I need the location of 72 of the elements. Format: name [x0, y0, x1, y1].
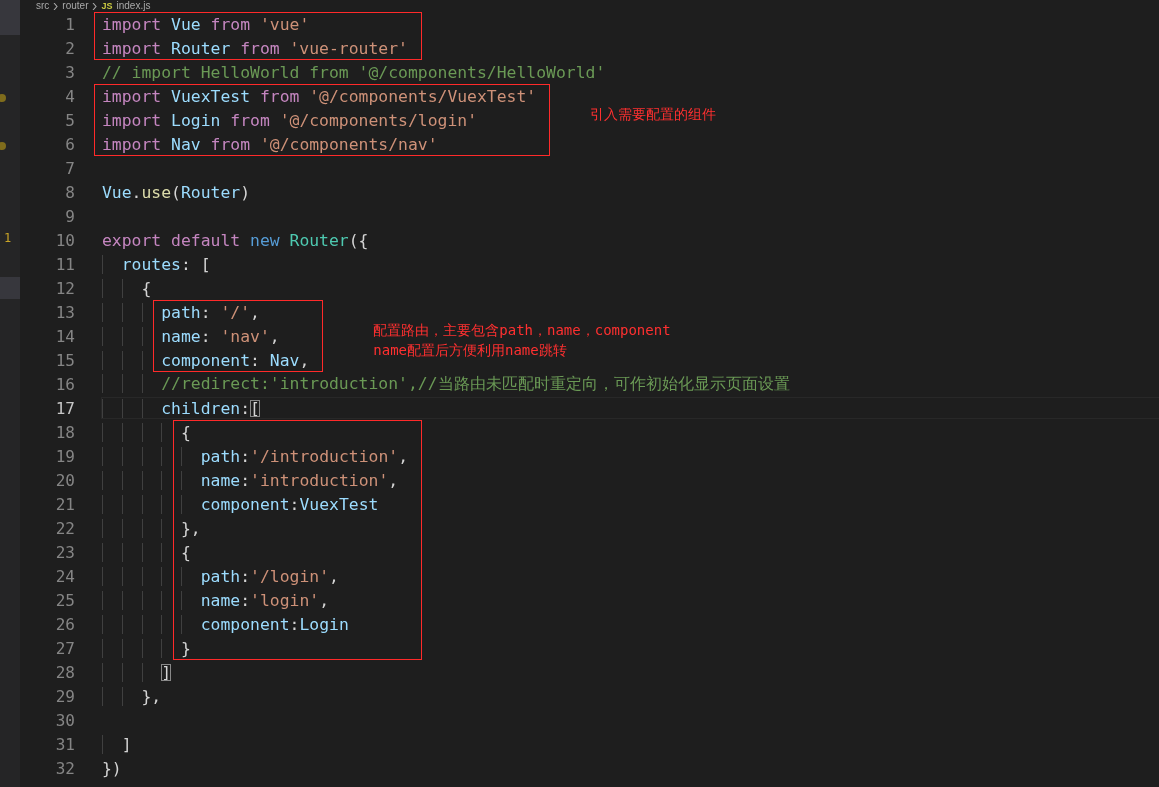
code-line: //redirect:'introduction',//当路由未匹配时重定向，可作初始化显示页面设置 [102, 373, 790, 395]
line-number: 13 [54, 302, 75, 322]
code-line: name: 'nav', [102, 326, 280, 346]
line-number: 10 [54, 230, 75, 250]
code-line: ] [102, 734, 132, 754]
breadcrumb-item[interactable]: router [62, 0, 89, 12]
line-number: 15 [54, 350, 75, 370]
annotation-note: name配置后方便利用name跳转 [373, 341, 568, 359]
breadcrumb-item[interactable]: index.js [116, 0, 151, 12]
line-number: 6 [64, 134, 75, 154]
code-line: // import HelloWorld from '@/components/HelloWorld' [102, 62, 606, 82]
line-number: 32 [54, 758, 75, 778]
code-line: ] [102, 662, 172, 682]
line-number: 18 [54, 422, 75, 442]
line-number: 8 [64, 182, 75, 202]
line-number: 22 [54, 518, 75, 538]
code-line: component:VuexTest [102, 494, 379, 514]
code-line: import Nav from '@/components/nav' [102, 134, 438, 154]
line-number: 27 [54, 638, 75, 658]
code-line: Vue.use(Router) [102, 182, 251, 202]
code-line: name:'introduction', [102, 470, 399, 490]
code-line: }, [102, 518, 201, 538]
file-type-label: JS [101, 0, 113, 12]
line-number: 3 [64, 62, 75, 82]
code-line: name:'login', [102, 590, 330, 610]
active-tab-block [0, 0, 20, 35]
code-line: } [102, 638, 191, 658]
line-number: 30 [54, 710, 75, 730]
line-number: 7 [64, 158, 75, 178]
breadcrumb-item[interactable]: src [36, 0, 50, 12]
line-number: 5 [64, 110, 75, 130]
code-line: import Router from 'vue-router' [102, 38, 408, 58]
code-line: { [102, 542, 191, 562]
annotation-note: 配置路由，主要包含path，name，component [373, 321, 671, 339]
code-line: import VuexTest from '@/components/VuexTest' [102, 86, 537, 106]
line-number: 28 [54, 662, 75, 682]
code-line: children:[ [102, 398, 260, 418]
code-line: component: Nav, [102, 350, 310, 370]
chevron-icon [92, 2, 98, 10]
code-line: path: '/', [102, 302, 260, 322]
line-number: 11 [54, 254, 75, 274]
code-line: import Login from '@/components/login' [102, 110, 477, 130]
line-number: 1 [64, 14, 75, 34]
code-line: component:Login [102, 614, 349, 634]
code-line: { [102, 422, 191, 442]
line-number: 2 [64, 38, 75, 58]
line-number: 23 [54, 542, 75, 562]
code-line: export default new Router({ [102, 230, 369, 250]
code-line: }, [102, 686, 162, 706]
line-number: 26 [54, 614, 75, 634]
chevron-icon [53, 2, 59, 10]
line-number: 29 [54, 686, 75, 706]
annotation-note: 引入需要配置的组件 [590, 105, 717, 123]
line-number: 19 [54, 446, 75, 466]
code-line: { [102, 278, 152, 298]
line-number: 31 [54, 734, 75, 754]
line-number: 24 [54, 566, 75, 586]
line-number: 21 [54, 494, 75, 514]
code-line: path:'/introduction', [102, 446, 408, 466]
line-number: 20 [54, 470, 75, 490]
line-number: 12 [54, 278, 75, 298]
line-number: 16 [54, 374, 75, 394]
code-line: routes: [ [102, 254, 211, 274]
line-number: 4 [64, 86, 75, 106]
code-line: import Vue from 'vue' [102, 14, 310, 34]
gutter-count: 1 [4, 231, 12, 245]
code-line: path:'/login', [102, 566, 339, 586]
code-line: }) [102, 758, 122, 778]
line-number: 9 [64, 206, 75, 226]
line-number: 17 [54, 398, 75, 418]
line-number: 25 [54, 590, 75, 610]
line-number: 14 [54, 326, 75, 346]
